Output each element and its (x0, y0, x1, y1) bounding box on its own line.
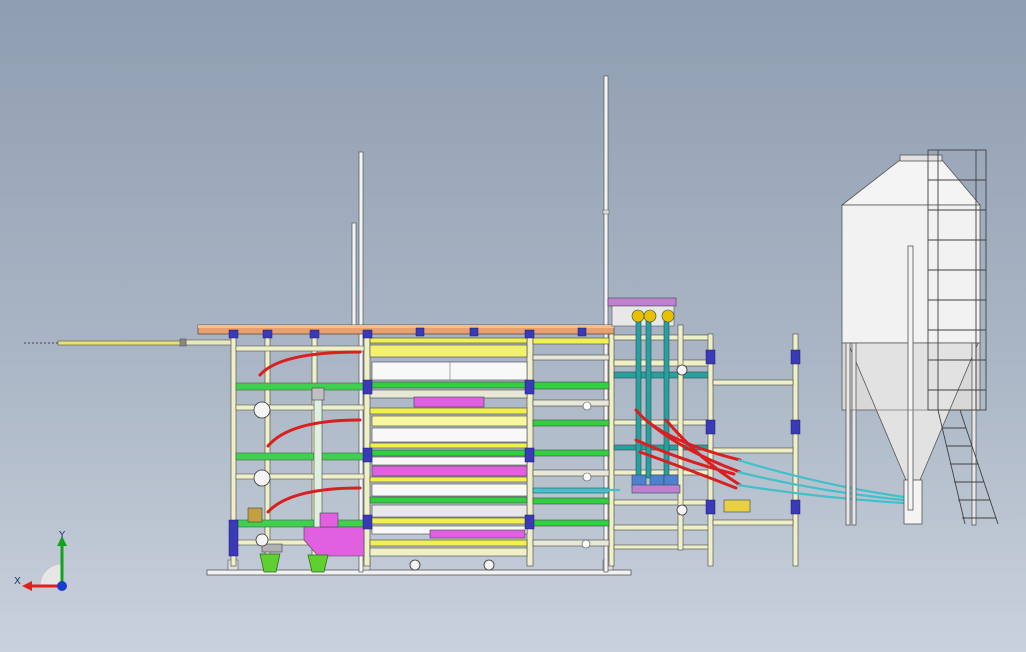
central-conveyor (369, 337, 528, 557)
center-right-section (532, 337, 610, 549)
assembly-model[interactable] (0, 0, 1026, 652)
buckets (259, 553, 329, 573)
silo (840, 154, 981, 526)
left-extension-arm (24, 338, 237, 347)
coordinate-triad: Y X (14, 530, 67, 591)
z-axis-dot (57, 581, 67, 591)
x-axis-label: X (14, 576, 21, 587)
x-axis-arrowhead (22, 581, 32, 591)
y-axis-label: Y (58, 530, 66, 541)
cad-viewport[interactable]: Y X (0, 0, 1026, 652)
